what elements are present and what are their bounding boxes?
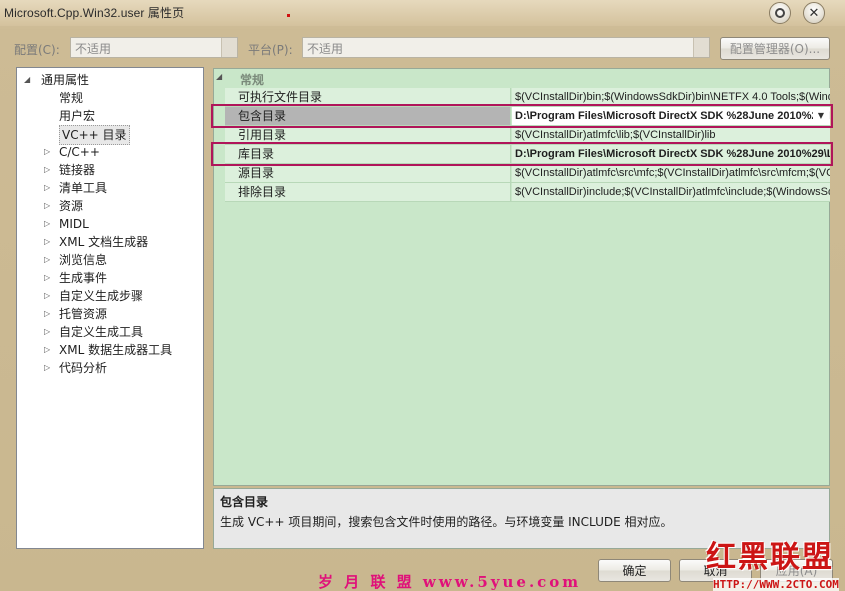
tree-item[interactable]: ▷ 链接器 [17, 161, 203, 179]
tree-item-label: XML 文档生成器 [59, 235, 149, 249]
tree-item[interactable]: ▷ 浏览信息 [17, 251, 203, 269]
tree-item[interactable]: ▷ C/C++ [17, 143, 203, 161]
property-grid[interactable]: ◢ 常规 可执行文件目录 $(VCInstallDir)bin;$(Windows… [211, 68, 833, 486]
config-dropdown-arrow [221, 38, 237, 57]
grid-left-strip [214, 69, 225, 485]
expand-icon[interactable]: ▷ [44, 215, 54, 233]
tree-item-label: 通用属性 [41, 73, 90, 87]
platform-value: 不适用 [307, 42, 344, 56]
tree-item[interactable]: ▷ XML 文档生成器 [17, 233, 203, 251]
tree-item[interactable]: ▷ XML 数据生成器工具 [17, 341, 203, 359]
tree-item[interactable]: ▷ 生成事件 [17, 269, 203, 287]
property-value[interactable]: $(VCInstallDir)include;$(VCInstallDir)at… [512, 183, 830, 201]
tree-item-label: 代码分析 [59, 361, 108, 375]
expand-icon[interactable]: ▷ [44, 287, 54, 305]
property-row[interactable]: 可执行文件目录 $(VCInstallDir)bin;$(WindowsSdkDi… [225, 88, 830, 107]
expand-icon[interactable]: ▷ [44, 323, 54, 341]
minimize-button[interactable] [769, 2, 791, 24]
property-value[interactable]: D:\Program Files\Microsoft DirectX SDK %… [512, 145, 830, 163]
tree-item-label: 用户宏 [59, 109, 96, 123]
tree-item-label: 资源 [59, 199, 84, 213]
tree-item[interactable]: ▷ 托管资源 [17, 305, 203, 323]
tree-item-label: 托管资源 [59, 307, 108, 321]
title-bar[interactable]: Microsoft.Cpp.Win32.user 属性页 ✕ [0, 0, 845, 26]
property-name: 包含目录 [225, 107, 511, 125]
property-row[interactable]: 库目录 D:\Program Files\Microsoft DirectX SD… [225, 145, 830, 164]
tree-item-label: C/C++ [59, 145, 100, 159]
tree-item-label: 链接器 [59, 163, 96, 177]
platform-label: 平台(P): [248, 43, 293, 57]
description-text: 生成 VC++ 项目期间，搜索包含文件时使用的路径。与环境变量 INCLUDE … [220, 515, 673, 529]
expand-icon[interactable]: ▷ [44, 233, 54, 251]
tree-item-label: XML 数据生成器工具 [59, 343, 173, 357]
tree-item-label: 自定义生成工具 [59, 325, 144, 339]
tree-item-label: 常规 [59, 91, 84, 105]
property-name: 排除目录 [225, 183, 511, 201]
tree-item[interactable]: ▷ 自定义生成工具 [17, 323, 203, 341]
watermark-logo: 红黑联盟 [706, 540, 834, 575]
tree-item-label: 生成事件 [59, 271, 108, 285]
tree-item-label: MIDL [59, 217, 89, 231]
expand-icon[interactable]: ▷ [44, 341, 54, 359]
category-label: 常规 [240, 73, 265, 87]
config-manager-button[interactable]: 配置管理器(O)... [720, 37, 830, 60]
expand-icon[interactable]: ▷ [44, 197, 54, 215]
tree-item-label: VC++ 目录 [59, 125, 130, 145]
tree-item[interactable]: VC++ 目录 [17, 125, 203, 145]
chevron-down-icon[interactable]: ▼ [813, 108, 829, 124]
tree-item[interactable]: ◢ 通用属性 [17, 71, 203, 89]
expand-icon[interactable]: ▷ [44, 251, 54, 269]
expand-icon[interactable]: ▷ [44, 161, 54, 179]
category-row[interactable]: ◢ 常规 [214, 69, 829, 88]
tree-item[interactable]: ▷ 清单工具 [17, 179, 203, 197]
property-row[interactable]: 引用目录 $(VCInstallDir)atlmfc\lib;$(VCInstal… [225, 126, 830, 145]
property-name: 引用目录 [225, 126, 511, 144]
tree-item[interactable]: ▷ 自定义生成步骤 [17, 287, 203, 305]
property-value[interactable]: D:\Program Files\Microsoft DirectX SDK %… [512, 107, 830, 125]
property-name: 可执行文件目录 [225, 88, 511, 106]
property-value[interactable]: $(VCInstallDir)bin;$(WindowsSdkDir)bin\N… [512, 88, 830, 106]
window-title: Microsoft.Cpp.Win32.user 属性页 [4, 6, 185, 20]
expand-icon[interactable]: ▷ [44, 269, 54, 287]
tree-item[interactable]: ▷ 代码分析 [17, 359, 203, 377]
property-row[interactable]: 排除目录 $(VCInstallDir)include;$(VCInstallDi… [225, 183, 830, 202]
config-value: 不适用 [75, 42, 112, 56]
config-combo[interactable]: 不适用 [70, 37, 238, 58]
property-value[interactable]: $(VCInstallDir)atlmfc\lib;$(VCInstallDir… [512, 126, 830, 144]
property-row[interactable]: 包含目录 D:\Program Files\Microsoft DirectX S… [225, 107, 830, 126]
tree-item-label: 自定义生成步骤 [59, 289, 144, 303]
tree-item[interactable]: 常规 [17, 89, 203, 107]
config-label: 配置(C): [14, 43, 60, 57]
watermark-left: 岁 月 联 盟 www.5yue.com [318, 573, 582, 591]
close-button[interactable]: ✕ [803, 2, 825, 24]
property-row[interactable]: 源目录 $(VCInstallDir)atlmfc\src\mfc;$(VCIns… [225, 164, 830, 183]
ok-button[interactable]: 确定 [598, 559, 671, 582]
circle-icon [775, 8, 785, 18]
property-name: 源目录 [225, 164, 511, 182]
property-value[interactable]: $(VCInstallDir)atlmfc\src\mfc;$(VCInstal… [512, 164, 830, 182]
platform-combo[interactable]: 不适用 [302, 37, 710, 58]
red-dot-artifact [287, 14, 290, 17]
expand-icon[interactable]: ▷ [44, 143, 54, 161]
property-name: 库目录 [225, 145, 511, 163]
expand-icon[interactable]: ▷ [44, 305, 54, 323]
property-pages-window: Microsoft.Cpp.Win32.user 属性页 ✕ 配置(C): 不适… [0, 0, 845, 591]
expand-icon[interactable]: ▷ [44, 179, 54, 197]
description-title: 包含目录 [220, 495, 269, 509]
category-tree[interactable]: ◢ 通用属性常规用户宏 VC++ 目录 ▷ C/C++ ▷ 链接器 ▷ 清单工具 ▷ 资源 ▷ MIDL… [16, 67, 204, 549]
platform-dropdown-arrow [693, 38, 709, 57]
tree-item[interactable]: ▷ 资源 [17, 197, 203, 215]
close-icon: ✕ [808, 5, 820, 21]
collapse-icon[interactable]: ◢ [24, 71, 34, 89]
collapse-icon[interactable]: ◢ [216, 72, 222, 81]
expand-icon[interactable]: ▷ [44, 359, 54, 377]
tree-item-label: 清单工具 [59, 181, 108, 195]
tree-item[interactable]: 用户宏 [17, 107, 203, 125]
tree-item-label: 浏览信息 [59, 253, 108, 267]
watermark-url: HTTP://WWW.2CTO.COM [713, 578, 839, 591]
tree-item[interactable]: ▷ MIDL [17, 215, 203, 233]
